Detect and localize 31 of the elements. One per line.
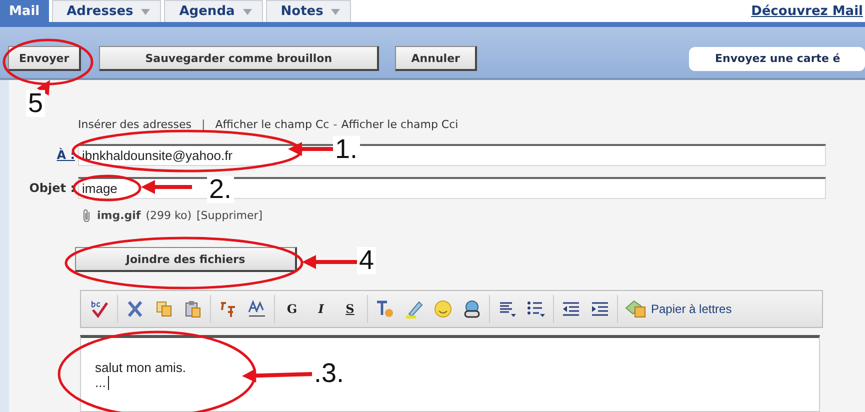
tab[interactable]: Adresses [52,0,162,22]
tab[interactable]: Agenda [164,0,263,22]
annotation-arrow [302,255,357,269]
stationery-icon [625,300,647,318]
tab[interactable]: Notes [266,0,352,22]
ecard-link[interactable]: Envoyez une carte é [689,46,865,70]
annotation-number: 2. [207,176,234,203]
promo-link[interactable]: Découvrez Mail [751,4,863,19]
paperclip-icon [82,209,92,222]
address-link[interactable]: Afficher le champ Cc [215,118,330,130]
cancel-button[interactable]: Annuler [395,46,478,71]
address-link[interactable]: Afficher le champ Cci [341,118,458,130]
format-button[interactable]: I [308,296,334,322]
file-name: img.gif [97,209,141,222]
stationery-button[interactable]: Papier à lettres [622,296,735,322]
tab[interactable]: Mail [0,0,49,22]
annotation-ellipse [72,174,142,202]
format-button[interactable]: S [337,296,363,322]
save-draft-button[interactable]: Sauvegarder comme brouillon [99,46,380,71]
file-size: (299 ko) [146,209,192,222]
attach-files-button[interactable]: Joindre des fichiers [75,247,297,272]
annotation-number: 4 [357,247,376,274]
format-button[interactable]: G [279,296,305,322]
address-link[interactable]: Insérer des adresses [78,118,192,130]
separator-text: | [202,118,206,130]
remove-link[interactable]: [Supprimer] [196,209,263,222]
separator-text: - [333,118,338,130]
annotation-arrow [242,368,314,383]
annotation-number: 5 [26,90,46,117]
send-button[interactable]: Envoyer [8,46,82,71]
annotation-arrow [141,180,192,194]
